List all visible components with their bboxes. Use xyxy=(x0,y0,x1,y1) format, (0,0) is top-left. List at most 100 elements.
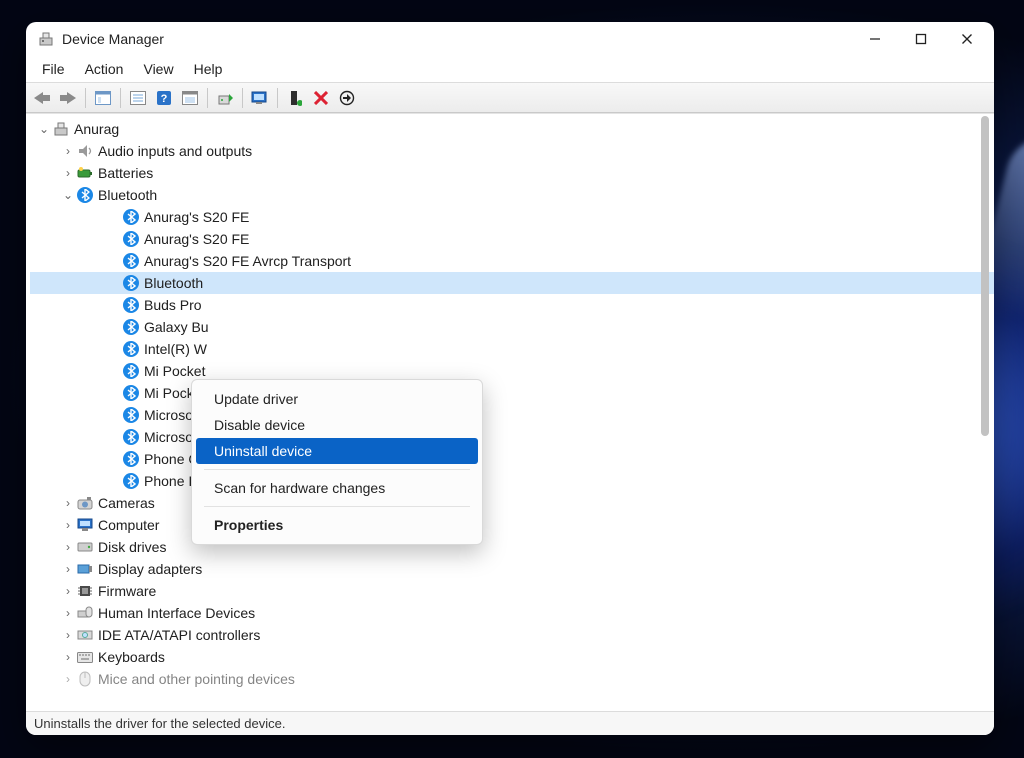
tree-cat-computer[interactable]: ›Computer xyxy=(30,514,994,536)
tree-item[interactable]: Mi Pocket xyxy=(30,360,994,382)
chip-icon xyxy=(76,582,94,600)
tree-item[interactable]: Anurag's S20 FE xyxy=(30,206,994,228)
expand-icon[interactable]: › xyxy=(60,536,76,558)
tree-item[interactable]: Buds Pro xyxy=(30,294,994,316)
tree-item[interactable]: Anurag's S20 FE Avrcp Transport xyxy=(30,250,994,272)
toolbar-separator xyxy=(242,88,243,108)
expand-icon[interactable]: › xyxy=(60,492,76,514)
tree-label: Bluetooth xyxy=(144,272,211,294)
tree-cat-audio[interactable]: › Audio inputs and outputs xyxy=(30,140,994,162)
tree-root-label: Anurag xyxy=(74,118,127,140)
expand-icon[interactable]: › xyxy=(60,580,76,602)
tree-label: Audio inputs and outputs xyxy=(98,140,260,162)
tree-label: Intel(R) W xyxy=(144,338,215,360)
tree-item[interactable]: Mi Pocket xyxy=(30,382,994,404)
enable-device-button[interactable] xyxy=(283,86,307,110)
menu-view[interactable]: View xyxy=(133,59,183,79)
disable-device-button[interactable] xyxy=(335,86,359,110)
tree-cat-display[interactable]: ›Display adapters xyxy=(30,558,994,580)
expand-icon[interactable]: › xyxy=(60,140,76,162)
tree-cat-hid[interactable]: › Human Interface Devices xyxy=(30,602,994,624)
device-manager-window: Device Manager File Action View Help ? xyxy=(26,22,994,735)
tree-label: Galaxy Bu xyxy=(144,316,217,338)
tree-label: Batteries xyxy=(98,162,161,184)
tree-cat-bluetooth[interactable]: ⌄ Bluetooth xyxy=(30,184,994,206)
tree-root[interactable]: ⌄ Anurag xyxy=(30,118,994,140)
keyboard-icon xyxy=(76,648,94,666)
help-button[interactable]: ? xyxy=(152,86,176,110)
tree-cat-mice[interactable]: ›Mice and other pointing devices xyxy=(30,668,994,690)
display-adapter-icon xyxy=(76,560,94,578)
tree-label: IDE ATA/ATAPI controllers xyxy=(98,624,268,646)
scrollbar-thumb[interactable] xyxy=(981,116,989,436)
app-icon xyxy=(38,31,54,47)
tree-item[interactable]: Phone Input Device v2 xyxy=(30,470,994,492)
tree-cat-disk[interactable]: ›Disk drives xyxy=(30,536,994,558)
menu-help[interactable]: Help xyxy=(184,59,233,79)
menu-disable-device[interactable]: Disable device xyxy=(196,412,478,438)
expand-icon[interactable]: › xyxy=(60,162,76,184)
window-title: Device Manager xyxy=(62,31,164,47)
menu-properties[interactable]: Properties xyxy=(196,512,478,538)
menu-action[interactable]: Action xyxy=(75,59,134,79)
expand-icon[interactable]: › xyxy=(60,558,76,580)
expand-icon[interactable]: › xyxy=(60,514,76,536)
bluetooth-icon xyxy=(122,362,140,380)
minimize-button[interactable] xyxy=(852,22,898,56)
maximize-button[interactable] xyxy=(898,22,944,56)
menu-separator xyxy=(204,506,470,507)
tree-label: Keyboards xyxy=(98,646,173,668)
bluetooth-icon xyxy=(122,406,140,424)
tree-item[interactable]: Phone Call Audio Device xyxy=(30,448,994,470)
menu-uninstall-device[interactable]: Uninstall device xyxy=(196,438,478,464)
tree-cat-batteries[interactable]: › Batteries xyxy=(30,162,994,184)
tree-cat-cameras[interactable]: › Cameras xyxy=(30,492,994,514)
tree-label: Human Interface Devices xyxy=(98,602,263,624)
vertical-scrollbar[interactable] xyxy=(978,116,992,709)
nav-back-button[interactable] xyxy=(30,86,54,110)
tree-item[interactable]: Anurag's S20 FE xyxy=(30,228,994,250)
collapse-icon[interactable]: ⌄ xyxy=(60,184,76,206)
collapse-icon[interactable]: ⌄ xyxy=(36,118,52,140)
bluetooth-icon xyxy=(122,274,140,292)
tree-item[interactable]: Galaxy Bu xyxy=(30,316,994,338)
tree-item[interactable]: Intel(R) W xyxy=(30,338,994,360)
update-driver-button[interactable] xyxy=(213,86,237,110)
action-button[interactable] xyxy=(178,86,202,110)
tree-item[interactable]: Microsoft xyxy=(30,404,994,426)
bluetooth-icon xyxy=(122,318,140,336)
tree-cat-keyboards[interactable]: › Keyboards xyxy=(30,646,994,668)
nav-forward-button[interactable] xyxy=(56,86,80,110)
show-hide-tree-button[interactable] xyxy=(91,86,115,110)
uninstall-device-button[interactable] xyxy=(309,86,333,110)
hid-icon xyxy=(76,604,94,622)
expand-icon[interactable]: › xyxy=(60,646,76,668)
bluetooth-icon xyxy=(76,186,94,204)
tree-cat-firmware[interactable]: ›Firmware xyxy=(30,580,994,602)
expand-icon[interactable]: › xyxy=(60,624,76,646)
tree-label: Anurag's S20 FE Avrcp Transport xyxy=(144,250,359,272)
close-button[interactable] xyxy=(944,22,990,56)
computer-icon xyxy=(52,120,70,138)
scan-hardware-button[interactable] xyxy=(248,86,272,110)
tree-item[interactable]: Microsoft Bluetooth LE Enumerator xyxy=(30,426,994,448)
expand-icon[interactable]: › xyxy=(60,668,76,690)
menu-scan-hardware[interactable]: Scan for hardware changes xyxy=(196,475,478,501)
tree-label: Cameras xyxy=(98,492,163,514)
expand-icon[interactable]: › xyxy=(60,602,76,624)
disk-icon xyxy=(76,538,94,556)
device-tree[interactable]: ⌄ Anurag › Audio inputs and outputs › Ba… xyxy=(26,114,994,711)
menu-file[interactable]: File xyxy=(32,59,75,79)
bluetooth-icon xyxy=(122,472,140,490)
tree-item-selected[interactable]: Bluetooth xyxy=(30,272,994,294)
titlebar: Device Manager xyxy=(26,22,994,56)
tree-label: Anurag's S20 FE xyxy=(144,228,257,250)
toolbar-separator xyxy=(207,88,208,108)
tree-cat-ide[interactable]: › IDE ATA/ATAPI controllers xyxy=(30,624,994,646)
bluetooth-icon xyxy=(122,428,140,446)
toolbar: ? xyxy=(26,82,994,113)
mouse-icon xyxy=(76,670,94,688)
toolbar-separator xyxy=(277,88,278,108)
properties-button[interactable] xyxy=(126,86,150,110)
menu-update-driver[interactable]: Update driver xyxy=(196,386,478,412)
